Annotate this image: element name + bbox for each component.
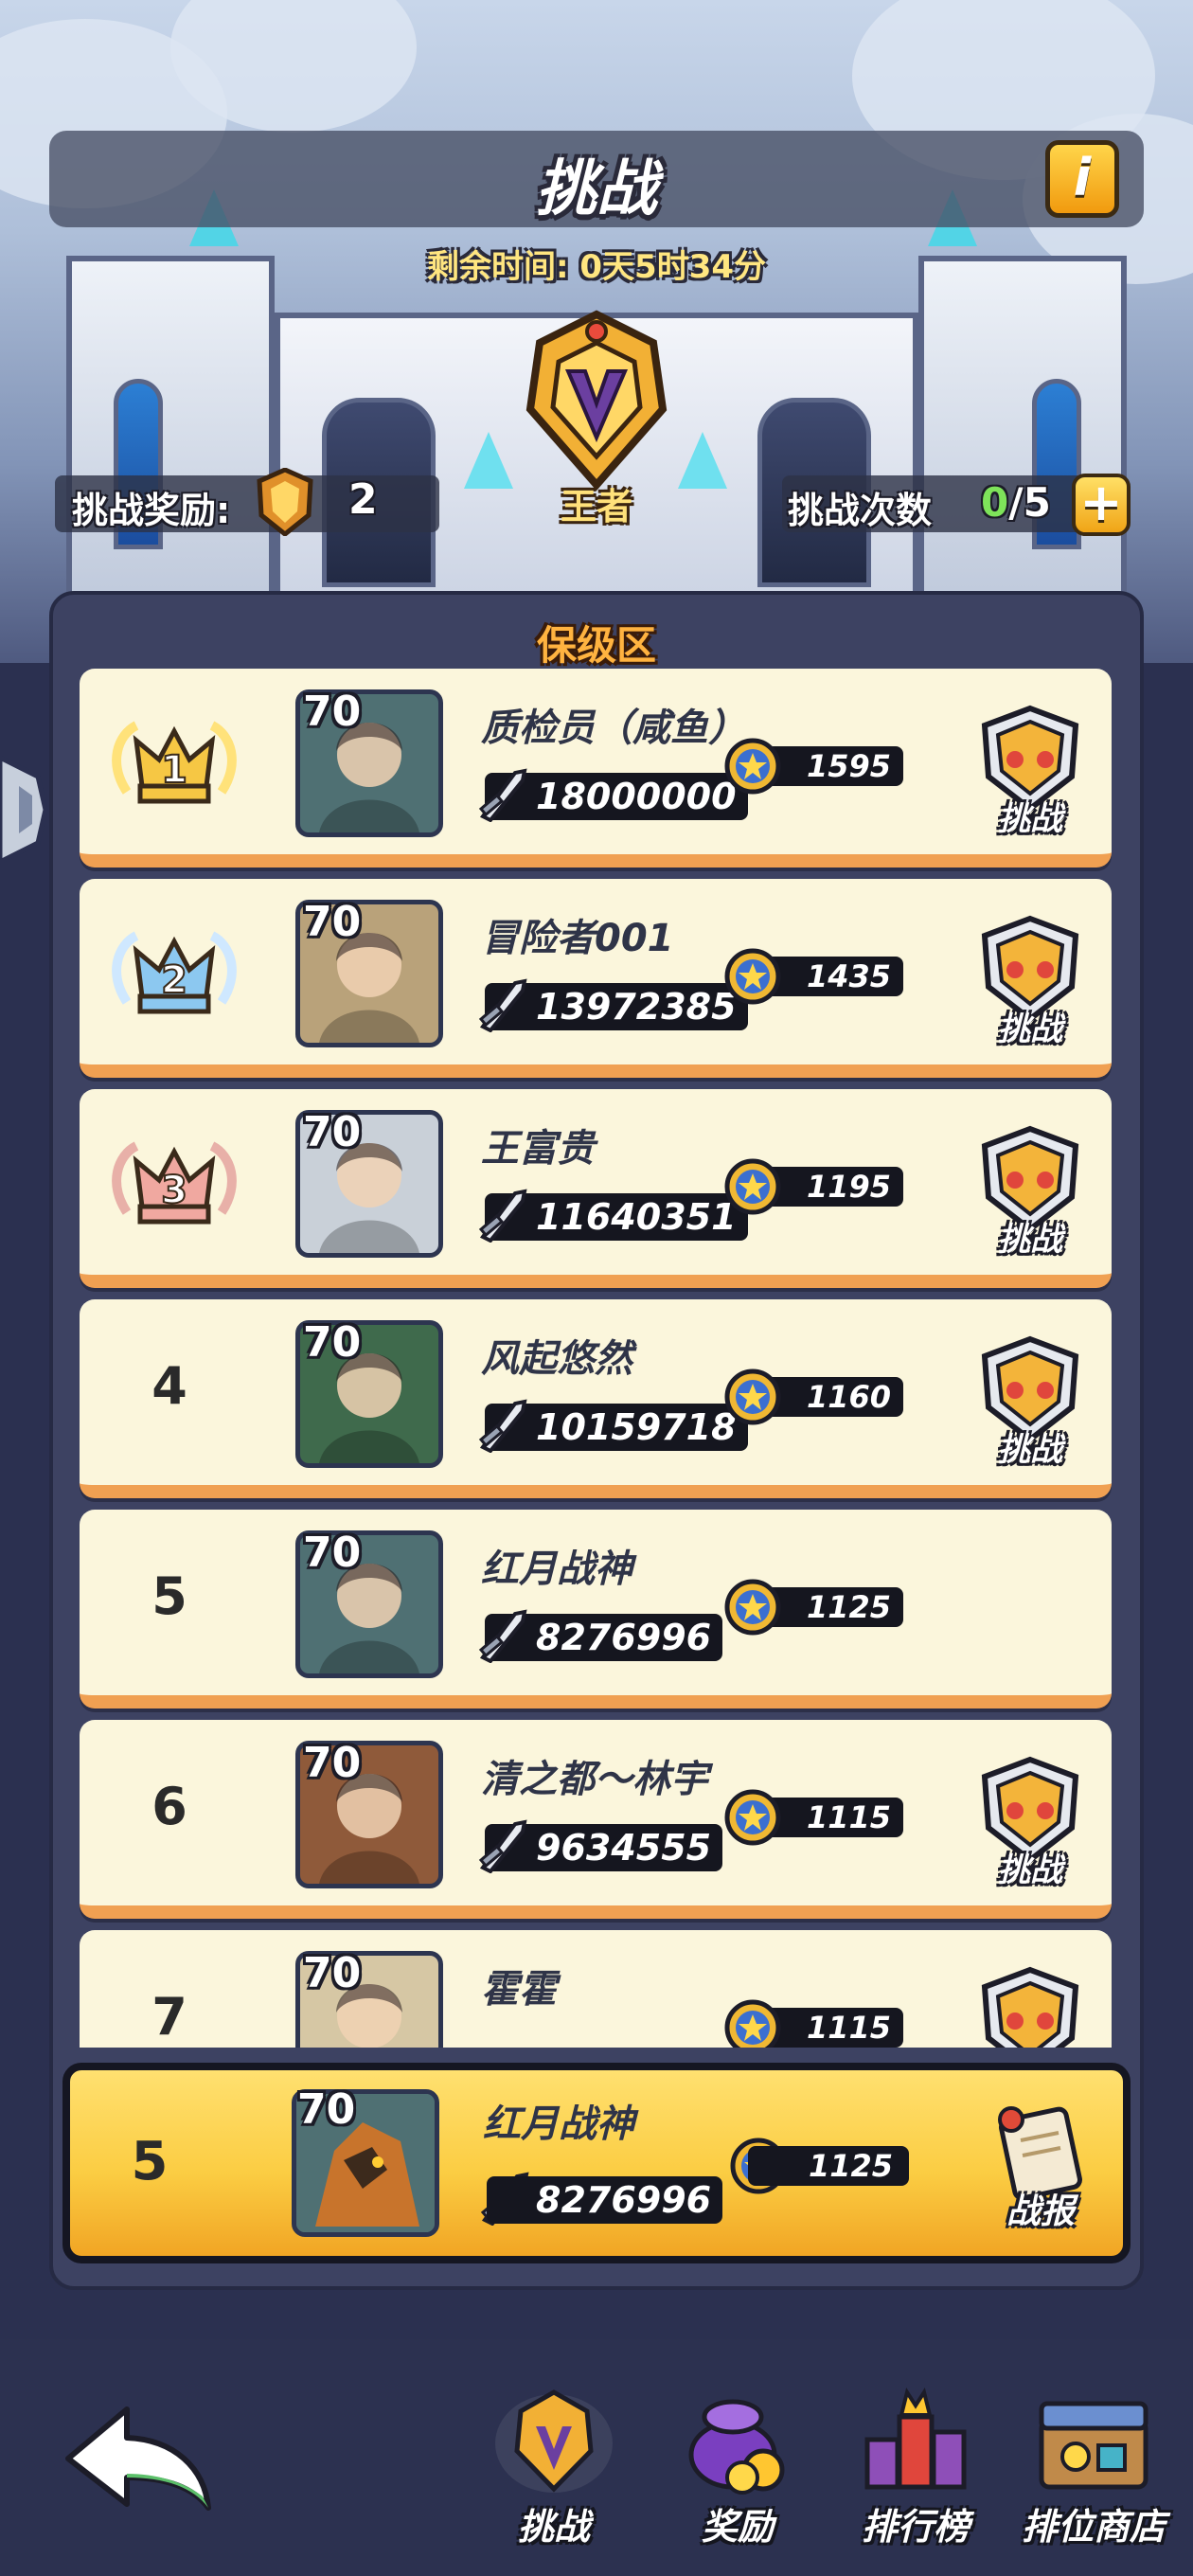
- info-icon: i: [1073, 148, 1092, 207]
- challenge-label: 挑战: [998, 1431, 1062, 1469]
- star-score-icon: [724, 948, 781, 1005]
- rank-crown-icon: 3: [112, 1141, 237, 1225]
- star-score-icon: [724, 738, 781, 795]
- player-row[interactable]: 1 70 质检员（咸鱼） 18000000 1595 挑战: [80, 669, 1112, 868]
- challenge-label: 挑战: [998, 1011, 1062, 1048]
- tab-reward[interactable]: 奖励: [657, 2383, 818, 2553]
- add-attempts-button[interactable]: +: [1072, 474, 1131, 536]
- player-name: 清之都～林宇: [481, 1758, 708, 1801]
- challenge-button[interactable]: 挑战: [970, 913, 1091, 1055]
- challenge-label: 挑战: [998, 800, 1062, 838]
- attempts-label: 挑战次数: [788, 490, 933, 531]
- challenge-button[interactable]: 挑战: [970, 1754, 1091, 1896]
- attempts-total: /5: [1008, 479, 1051, 526]
- sword-power-icon: [478, 768, 527, 822]
- challenge-button[interactable]: 挑战: [970, 703, 1091, 845]
- player-name: 质检员（咸鱼）: [481, 707, 746, 750]
- star-score-icon: [724, 1368, 781, 1425]
- info-button[interactable]: i: [1045, 140, 1119, 218]
- player-row[interactable]: 3 70 王富贵 11640351 1195 挑战: [80, 1089, 1112, 1288]
- side-mace-icon: [0, 755, 48, 865]
- player-row[interactable]: 4 70 风起悠然 10159718 1160 挑战: [80, 1299, 1112, 1498]
- player-row[interactable]: 770霍霍1115挑战: [80, 1930, 1112, 2048]
- challenge-button[interactable]: 挑战: [970, 1964, 1091, 2048]
- rank-number: 5: [151, 1566, 187, 1626]
- rank-number: 7: [151, 1987, 187, 2047]
- remaining-time: 剩余时间: 0天5时34分: [426, 248, 767, 286]
- challenge-emblem-icon: [495, 2389, 613, 2493]
- sword-power-icon: [478, 1819, 527, 1873]
- shop-icon: [1039, 2401, 1148, 2490]
- sword-power-icon: [478, 1609, 527, 1663]
- battle-report-label: 战报: [1006, 2192, 1075, 2231]
- sword-power-icon: [478, 978, 527, 1032]
- sword-power-icon: [478, 1399, 527, 1453]
- tab-challenge[interactable]: 挑战: [473, 2383, 634, 2553]
- rank-number: 1: [161, 748, 187, 792]
- king-rank-emblem-icon: [525, 310, 668, 492]
- tab-shop[interactable]: 排位商店: [1013, 2383, 1174, 2553]
- challenge-label: 挑战: [998, 1221, 1062, 1259]
- crest-token-icon: [257, 468, 313, 536]
- rank-number: 4: [151, 1356, 187, 1416]
- player-level: 70: [303, 898, 362, 946]
- star-score-icon: [724, 1579, 781, 1636]
- shield-helmet-icon: [981, 1966, 1079, 2048]
- my-score: 1125: [748, 2146, 909, 2186]
- plus-icon: +: [1079, 473, 1123, 532]
- rank-crown-icon: 2: [112, 931, 237, 1014]
- player-name: 王富贵: [481, 1127, 595, 1171]
- player-level: 70: [303, 1949, 362, 1997]
- back-button[interactable]: [61, 2402, 218, 2513]
- battle-report-button[interactable]: 战报: [979, 2099, 1102, 2241]
- tab-leaderboard-label: 排行榜: [861, 2506, 970, 2548]
- player-level: 70: [303, 1529, 362, 1577]
- zone-title: 保级区: [536, 622, 656, 669]
- my-rank: 5: [131, 2131, 169, 2192]
- my-level: 70: [297, 2085, 356, 2134]
- attempts-value: 0/5: [981, 479, 1051, 526]
- player-level: 70: [303, 688, 362, 736]
- player-row[interactable]: 2 70 冒险者001 13972385 1435 挑战: [80, 879, 1112, 1078]
- player-level: 70: [303, 1318, 362, 1367]
- player-list[interactable]: 1 70 质检员（咸鱼） 18000000 1595 挑战 2 70 冒险者001 1397238…: [80, 669, 1115, 2048]
- leaderboard-icon: [864, 2388, 967, 2490]
- tab-leaderboard[interactable]: 排行榜: [835, 2383, 996, 2553]
- player-row[interactable]: 6 70 清之都～林宇 9634555 1115 挑战: [80, 1720, 1112, 1919]
- page-title: 挑战: [536, 154, 657, 224]
- reward-count: 2: [348, 475, 378, 524]
- reward-bag-icon: [688, 2399, 785, 2495]
- player-level: 70: [303, 1739, 362, 1787]
- attempts-used: 0: [981, 479, 1009, 526]
- rank-number: 2: [161, 958, 187, 1002]
- tab-challenge-label: 挑战: [517, 2506, 590, 2548]
- my-power: 8276996: [487, 2176, 723, 2224]
- challenge-label: 挑战: [998, 1852, 1062, 1889]
- back-arrow-icon: [65, 2406, 211, 2511]
- challenge-button[interactable]: 挑战: [970, 1123, 1091, 1265]
- player-name: 霍霍: [481, 1968, 557, 2012]
- tab-reward-label: 奖励: [701, 2506, 774, 2548]
- my-name: 红月战神: [483, 2102, 634, 2146]
- tab-shop-label: 排位商店: [1021, 2506, 1166, 2548]
- player-name: 红月战神: [481, 1547, 632, 1591]
- sword-power-icon: [478, 1189, 527, 1243]
- player-name: 冒险者001: [481, 917, 674, 960]
- challenge-button[interactable]: 挑战: [970, 1333, 1091, 1476]
- star-score-icon: [724, 1158, 781, 1215]
- rank-number: 6: [151, 1777, 187, 1836]
- rank-crown-icon: 1: [112, 721, 237, 804]
- star-score-icon: [724, 1789, 781, 1846]
- player-name: 风起悠然: [481, 1337, 632, 1381]
- reward-label: 挑战奖励:: [72, 490, 231, 531]
- player-row[interactable]: 5 70 红月战神 8276996 1125: [80, 1510, 1112, 1708]
- star-score-icon: [724, 1999, 781, 2048]
- rank-number: 3: [161, 1169, 187, 1212]
- player-level: 70: [303, 1108, 362, 1156]
- my-rank-row: 5 70 红月战神 8276996 1125 战报: [62, 2063, 1131, 2263]
